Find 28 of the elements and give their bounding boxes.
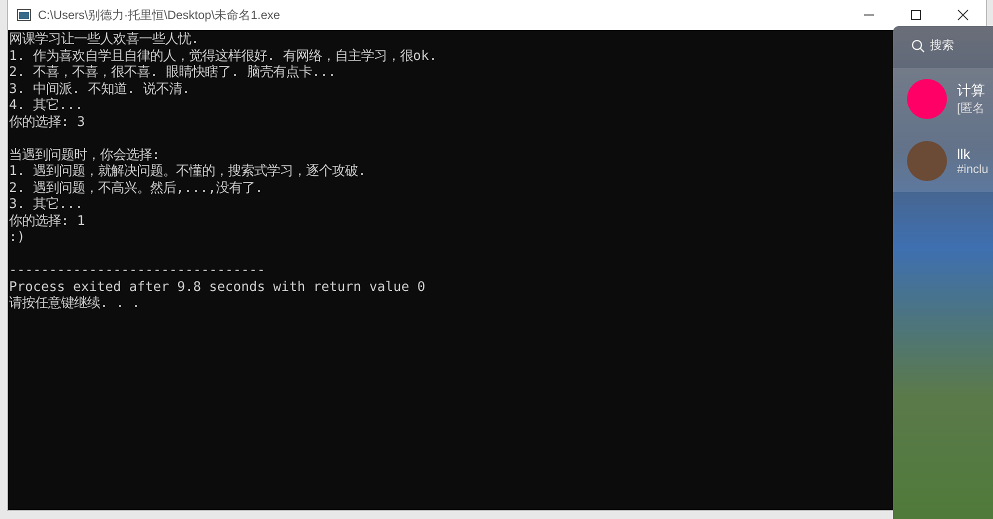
console-line: 2. 遇到问题，不高兴。然后,...,没有了.	[9, 180, 264, 196]
console-line: 你的选择: 1	[9, 214, 86, 230]
search-field[interactable]: 搜索	[911, 37, 981, 54]
console-line: Process exited after 9.8 seconds with return value 0	[9, 280, 426, 296]
console-line: 4. 其它...	[9, 98, 84, 114]
avatar-photo	[907, 141, 947, 181]
close-icon	[956, 9, 968, 21]
chat-preview: [匿名	[957, 100, 985, 116]
chat-item[interactable]: 计算 [匿名	[893, 68, 993, 130]
chat-item[interactable]: llk #inclu	[893, 130, 993, 192]
console-line: 1. 遇到问题，就解决问题。不懂的，搜索式学习，逐个攻破.	[9, 164, 366, 180]
window-title: C:\Users\别德力·托里恒\Desktop\未命名1.exe	[38, 6, 282, 24]
console-line: :)	[9, 230, 26, 246]
chat-name: 计算	[957, 82, 985, 100]
maximize-icon	[910, 9, 922, 21]
console-line: --------------------------------	[9, 263, 266, 280]
console-line: 3. 中间派. 不知道. 说不清.	[9, 82, 190, 98]
console-line: 请按任意键继续. . .	[9, 296, 140, 312]
console-line: 当遇到问题时，你会选择:	[9, 148, 160, 164]
console-line: 1. 作为喜欢自学且自律的人，觉得这样很好. 有网络，自主学习，很ok.	[9, 48, 438, 64]
console-app-icon	[17, 9, 31, 21]
console-line: 2. 不喜，不喜，很不喜. 眼睛快瞎了. 脑壳有点卡...	[9, 65, 336, 82]
search-icon	[911, 38, 925, 52]
chat-preview: #inclu	[957, 162, 988, 176]
chat-name: llk	[957, 146, 972, 162]
console-line: 网课学习让一些人欢喜一些人忧.	[9, 32, 200, 48]
console-line: 3. 其它...	[9, 197, 84, 214]
console-line: 你的选择: 3	[9, 114, 86, 131]
